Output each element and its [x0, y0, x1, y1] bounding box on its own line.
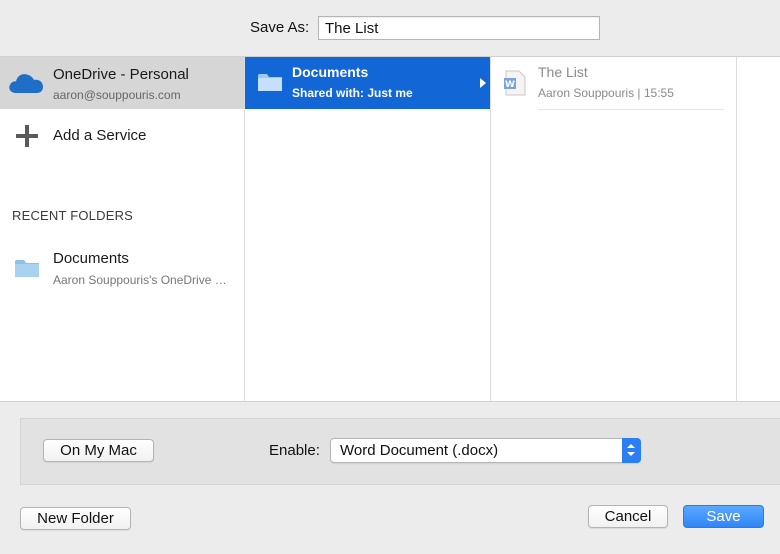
- save-as-bar: Save As:: [0, 0, 780, 56]
- save-as-input[interactable]: [318, 16, 600, 40]
- sidebar-item-onedrive[interactable]: OneDrive - Personal aaron@souppouris.com: [0, 57, 244, 109]
- file-column: W The List Aaron Souppouris | 15:55: [491, 57, 737, 401]
- word-document-icon: W: [504, 70, 526, 96]
- folder-icon: [258, 74, 282, 91]
- on-my-mac-button[interactable]: On My Mac: [43, 439, 154, 462]
- file-format-select[interactable]: Word Document (.docx): [330, 438, 641, 463]
- new-folder-button[interactable]: New Folder: [20, 507, 131, 530]
- file-browser: OneDrive - Personal aaron@souppouris.com…: [0, 56, 780, 402]
- recent-folders-heading: RECENT FOLDERS: [12, 208, 134, 223]
- divider: [538, 109, 724, 110]
- empty-column: [737, 57, 780, 401]
- save-button[interactable]: Save: [683, 505, 764, 528]
- folder-name: Documents: [292, 64, 369, 80]
- recent-folder-path: Aaron Souppouris's OneDrive …: [53, 273, 227, 287]
- folder-column: Documents Shared with: Just me: [245, 57, 491, 401]
- folder-icon: [15, 260, 39, 277]
- enable-label: Enable:: [269, 442, 320, 459]
- file-name: The List: [538, 64, 588, 80]
- chevron-right-icon: [480, 78, 486, 88]
- svg-text:W: W: [505, 80, 515, 90]
- account-email: aaron@souppouris.com: [53, 88, 181, 102]
- cloud-icon: [9, 74, 43, 93]
- select-arrows-icon: [622, 438, 641, 463]
- save-as-label: Save As:: [250, 19, 310, 36]
- file-row-the-list[interactable]: W The List Aaron Souppouris | 15:55: [491, 57, 736, 111]
- add-service-label: Add a Service: [53, 127, 147, 144]
- folder-row-documents[interactable]: Documents Shared with: Just me: [245, 57, 490, 109]
- recent-folder-item[interactable]: Documents Aaron Souppouris's OneDrive …: [0, 245, 244, 289]
- options-panel: On My Mac Enable: Word Document (.docx): [20, 418, 780, 485]
- file-meta: Aaron Souppouris | 15:55: [538, 86, 674, 100]
- account-name: OneDrive - Personal: [53, 66, 189, 83]
- file-format-value: Word Document (.docx): [340, 442, 499, 459]
- cancel-button[interactable]: Cancel: [588, 505, 668, 528]
- add-service-button[interactable]: Add a Service: [0, 117, 244, 153]
- recent-folder-name: Documents: [53, 250, 129, 267]
- plus-icon: [16, 125, 38, 147]
- sidebar: OneDrive - Personal aaron@souppouris.com…: [0, 57, 245, 401]
- folder-shared-status: Shared with: Just me: [292, 86, 413, 100]
